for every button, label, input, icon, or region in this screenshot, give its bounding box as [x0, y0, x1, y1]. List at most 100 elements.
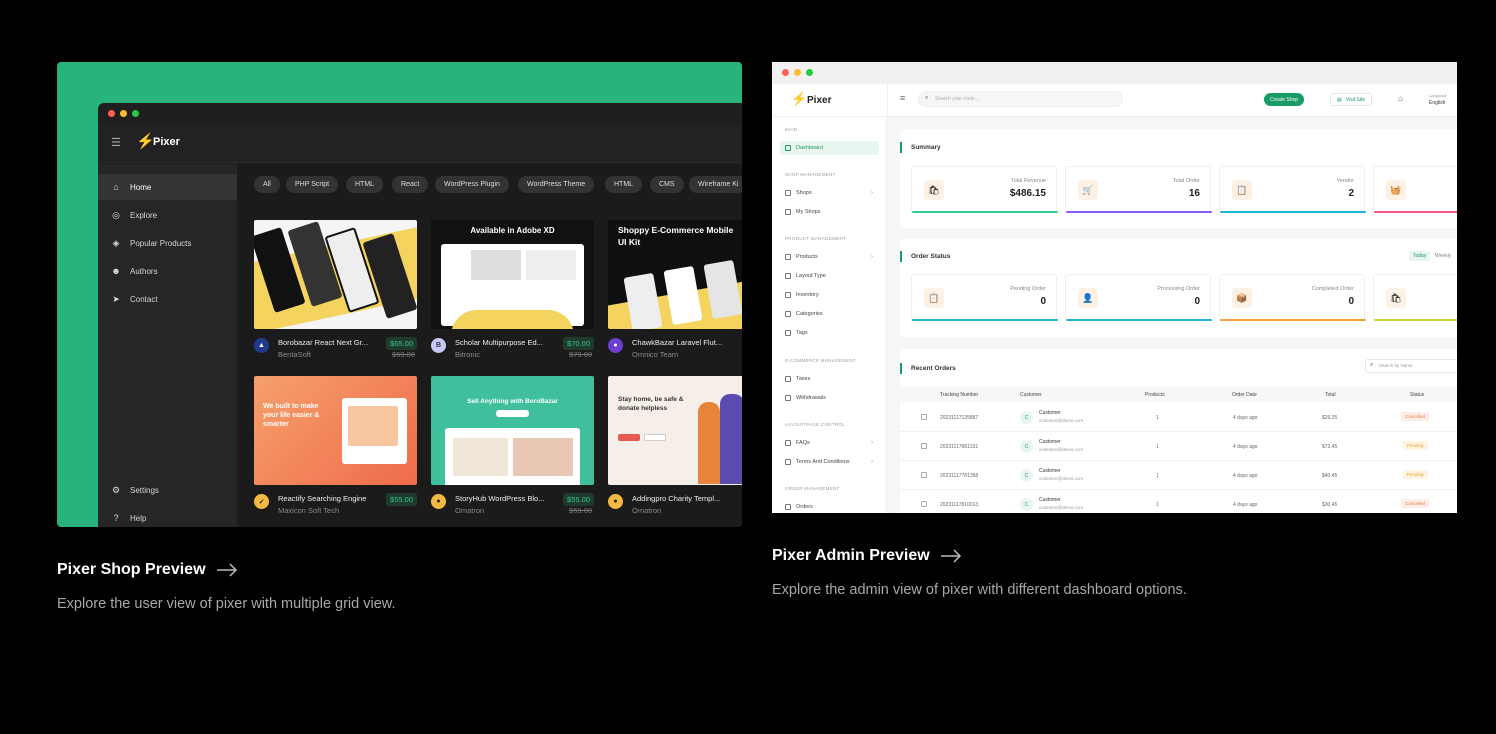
- tab-weekly[interactable]: Weekly: [1435, 253, 1451, 259]
- sidebar-item-faqs[interactable]: FAQs ›: [780, 436, 879, 450]
- sidebar-item-taxes[interactable]: Taxes: [780, 372, 879, 386]
- sidebar-item-terms[interactable]: Terms And Conditions ›: [780, 455, 879, 469]
- bell-icon[interactable]: ⌂: [1398, 94, 1403, 103]
- stat-value: 2: [1348, 188, 1354, 199]
- product-name[interactable]: Reactify Searching Engine: [278, 494, 388, 503]
- product-card[interactable]: Stay home, be safe & donate helpless ● A…: [608, 376, 742, 521]
- product-name[interactable]: Borobazar React Next Gr...: [278, 338, 373, 347]
- product-card[interactable]: ▲ Borobazar React Next Gr... BentaSoft $…: [254, 220, 417, 365]
- stat-card-vendor[interactable]: 📋 Vendor 2: [1219, 166, 1366, 213]
- product-thumbnail[interactable]: Available in Adobe XD: [431, 220, 594, 329]
- customer-name: Customer: [1039, 410, 1061, 416]
- sidebar-item-tags[interactable]: Tags: [780, 326, 879, 340]
- author-avatar[interactable]: ●: [608, 338, 623, 353]
- product-author[interactable]: Bitronic: [455, 350, 480, 359]
- author-avatar[interactable]: B: [431, 338, 446, 353]
- table-row[interactable]: 20231117810013 C Customer customer@demo.…: [900, 490, 1457, 513]
- visit-site-button[interactable]: ▤ Visit Site: [1330, 93, 1373, 106]
- tracking-number[interactable]: 20231117810013: [940, 502, 978, 508]
- row-checkbox[interactable]: [921, 472, 927, 478]
- table-row[interactable]: 20231117135887 C Customer customer@demo.…: [900, 403, 1457, 432]
- author-avatar[interactable]: ●: [608, 494, 623, 509]
- sidebar-item-popular-products[interactable]: ◈ Popular Products: [98, 230, 237, 256]
- chip-html-2[interactable]: HTML: [605, 176, 643, 193]
- sidebar-item-my-shops[interactable]: My Shops: [780, 205, 879, 219]
- chip-all[interactable]: All: [254, 176, 280, 193]
- admin-preview-link[interactable]: Pixer Admin Preview: [772, 547, 962, 565]
- product-thumbnail[interactable]: Shoppy E-Commerce Mobile UI Kit: [608, 220, 742, 329]
- sidebar-item-categories[interactable]: Categories: [780, 307, 879, 321]
- product-name[interactable]: Addingpro Charity Templ...: [632, 494, 737, 503]
- stat-label: Vendor: [1336, 178, 1354, 184]
- chip-wireframe[interactable]: Wireframe Ki: [689, 176, 742, 193]
- chip-react[interactable]: React: [392, 176, 429, 193]
- product-thumbnail[interactable]: [254, 220, 417, 329]
- chip-wordpress-theme[interactable]: WordPress Theme: [518, 176, 595, 193]
- product-author[interactable]: Omatron: [455, 506, 484, 515]
- sidebar-item-shops[interactable]: Shops ›: [780, 186, 879, 200]
- row-checkbox[interactable]: [921, 501, 927, 507]
- product-author[interactable]: Omatron: [632, 506, 661, 515]
- product-author[interactable]: BentaSoft: [278, 350, 311, 359]
- row-checkbox[interactable]: [921, 414, 927, 420]
- product-name[interactable]: Scholar Multipurpose Ed...: [455, 338, 550, 347]
- shop-brand[interactable]: Pixer: [153, 136, 180, 148]
- tab-today[interactable]: Today: [1409, 251, 1431, 261]
- author-avatar[interactable]: ●: [431, 494, 446, 509]
- product-thumbnail[interactable]: We built to make your life easier & smar…: [254, 376, 417, 485]
- sidebar-item-inventory[interactable]: Inventory: [780, 288, 879, 302]
- create-shop-button[interactable]: Create Shop: [1264, 93, 1305, 106]
- sidebar-item-authors[interactable]: ☻ Authors: [98, 258, 237, 284]
- sidebar-item-products[interactable]: Products ›: [780, 250, 879, 264]
- product-thumbnail[interactable]: Sell Anything with BoroBazar: [431, 376, 594, 485]
- product-name[interactable]: StoryHub WordPress Blo...: [455, 494, 550, 503]
- admin-brand[interactable]: Pixer: [807, 95, 831, 106]
- chip-html[interactable]: HTML: [346, 176, 384, 193]
- product-author[interactable]: Omnico Team: [632, 350, 678, 359]
- stat-card-total-revenue[interactable]: 🛍 Total Revenue $486.15: [911, 166, 1058, 213]
- language-select[interactable]: English: [1429, 100, 1445, 106]
- author-avatar[interactable]: ✓: [254, 494, 269, 509]
- chip-wordpress-plugin[interactable]: WordPress Plugin: [435, 176, 509, 193]
- sidebar-item-contact[interactable]: ➤ Contact: [98, 286, 237, 312]
- admin-preview-card[interactable]: ⚡ Pixer ≡ ⌕ Search your route... Create …: [772, 62, 1457, 513]
- sidebar-item-dashboard[interactable]: Dashboard: [780, 141, 879, 155]
- col-tracking: Tracking Number: [940, 392, 979, 398]
- chip-php-script[interactable]: PHP Script: [286, 176, 339, 193]
- product-author[interactable]: Maxicon Soft Tech: [278, 506, 339, 515]
- sidebar-item-orders[interactable]: Orders: [780, 500, 879, 513]
- product-name[interactable]: ChawkBazar Laravel Flut...: [632, 338, 727, 347]
- stat-card-pending-order[interactable]: 📋 Pending Order 0: [911, 274, 1058, 321]
- product-card[interactable]: Shoppy E-Commerce Mobile UI Kit ● ChawkB…: [608, 220, 742, 365]
- stat-card-total-order[interactable]: 🛒 Total Order 16: [1065, 166, 1212, 213]
- tracking-number[interactable]: 20231117681331: [940, 444, 978, 450]
- stat-card-processing-order[interactable]: 👤 Processing Order 0: [1065, 274, 1212, 321]
- sidebar-item-home[interactable]: ⌂ Home: [98, 174, 237, 200]
- menu-toggle-icon[interactable]: ≡: [900, 94, 905, 103]
- sidebar-item-help[interactable]: ? Help: [98, 505, 237, 527]
- tracking-number[interactable]: 20231117781358: [940, 473, 978, 479]
- stat-card-extra[interactable]: 🛍: [1373, 274, 1457, 321]
- chip-cms[interactable]: CMS: [650, 176, 684, 193]
- shop-preview-card[interactable]: ☰ ⚡ Pixer ⌂ Home ◎ Explore ◈ Popular Produc…: [57, 62, 742, 527]
- sidebar-item-withdrawals[interactable]: Withdrawals: [780, 391, 879, 405]
- product-card[interactable]: Sell Anything with BoroBazar ● StoryHub …: [431, 376, 594, 521]
- orders-search-input[interactable]: ⌕ Search by Name: [1365, 359, 1457, 373]
- author-avatar[interactable]: ▲: [254, 338, 269, 353]
- row-checkbox[interactable]: [921, 443, 927, 449]
- hamburger-icon[interactable]: ☰: [111, 138, 121, 149]
- shop-preview-link[interactable]: Pixer Shop Preview: [57, 561, 238, 579]
- admin-search-input[interactable]: ⌕ Search your route...: [918, 91, 1123, 107]
- table-row[interactable]: 20231117781358 C Customer customer@demo.…: [900, 461, 1457, 490]
- product-card[interactable]: We built to make your life easier & smar…: [254, 376, 417, 521]
- sidebar-item-explore[interactable]: ◎ Explore: [98, 202, 237, 228]
- sidebar-item-settings[interactable]: ⚙ Settings: [98, 477, 237, 503]
- product-card[interactable]: Available in Adobe XD B Scholar Multipur…: [431, 220, 594, 365]
- tracking-number[interactable]: 20231117135887: [940, 415, 978, 421]
- thumb-caption: We built to make your life easier & smar…: [263, 403, 320, 428]
- table-row[interactable]: 20231117681331 C Customer customer@demo.…: [900, 432, 1457, 461]
- stat-card-completed-order[interactable]: 📦 Completed Order 0: [1219, 274, 1366, 321]
- stat-card-extra[interactable]: 🧺: [1373, 166, 1457, 213]
- sidebar-item-layout-type[interactable]: Layout Type: [780, 269, 879, 283]
- product-thumbnail[interactable]: Stay home, be safe & donate helpless: [608, 376, 742, 485]
